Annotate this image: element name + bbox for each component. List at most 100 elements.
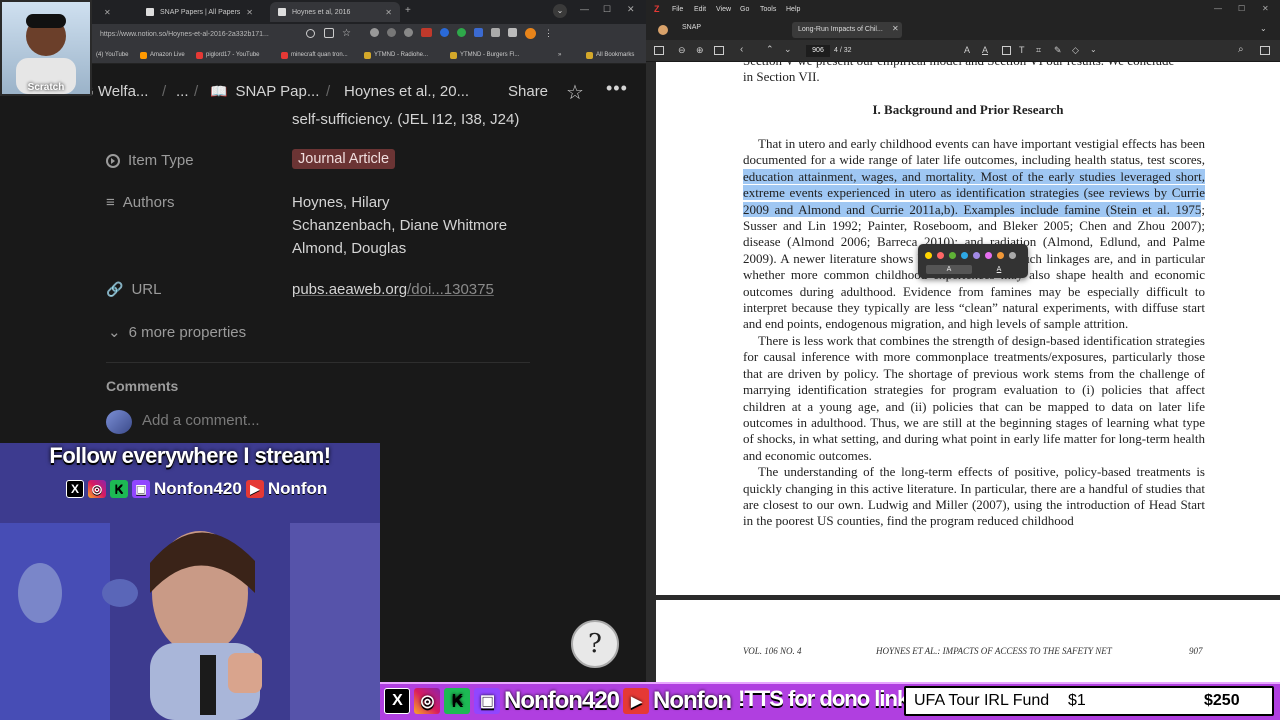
new-tab-button[interactable]: + xyxy=(405,5,411,16)
extension-icon[interactable] xyxy=(474,28,483,37)
bookmark-item[interactable]: piglord17 - YouTube xyxy=(196,50,260,60)
menu-go[interactable]: Go xyxy=(740,6,749,13)
favorite-star-icon[interactable]: ☆ xyxy=(566,80,584,105)
breadcrumb-item[interactable]: 📖 SNAP Pap... xyxy=(210,83,319,100)
sidebar-toggle-icon[interactable] xyxy=(654,46,664,55)
prev-page-icon[interactable]: ⌃ xyxy=(766,44,774,55)
paragraph[interactable]: That in utero and early childhood events… xyxy=(743,136,1205,530)
color-orange[interactable] xyxy=(997,252,1004,259)
color-blue[interactable] xyxy=(961,252,968,259)
bookmark-item[interactable]: (4) YouTube xyxy=(96,50,128,60)
bookmark-item[interactable]: Amazon Live xyxy=(140,50,185,60)
menu-file[interactable]: File xyxy=(672,6,683,13)
extension-icon[interactable] xyxy=(421,28,432,37)
close-tab-button[interactable]: ✕ xyxy=(96,2,132,22)
color-purple[interactable] xyxy=(973,252,980,259)
bookmark-item[interactable]: YTMND - Burgers Fl... xyxy=(450,50,519,60)
close-icon[interactable]: ✕ xyxy=(892,24,899,33)
zoom-icon[interactable] xyxy=(306,29,315,38)
page-header-number: 907 xyxy=(1189,646,1203,656)
close-window-icon[interactable]: ✕ xyxy=(627,4,635,15)
text-tool-icon[interactable]: T xyxy=(1019,45,1025,55)
color-green[interactable] xyxy=(949,252,956,259)
more-properties-toggle[interactable]: ⌄ 6 more properties xyxy=(108,323,246,342)
color-red[interactable] xyxy=(937,252,944,259)
menu-help[interactable]: Help xyxy=(786,6,800,13)
close-window-icon[interactable]: ✕ xyxy=(1262,4,1269,13)
bookmark-item[interactable]: YTMND - Radiohe... xyxy=(364,50,428,60)
puzzle-icon[interactable] xyxy=(491,28,500,37)
author-name[interactable]: Almond, Douglas xyxy=(292,240,406,257)
extension-icon[interactable] xyxy=(457,28,466,37)
extension-icon[interactable] xyxy=(370,28,379,37)
tab-snap-papers[interactable]: SNAP Papers | All Papers ✕ xyxy=(138,2,268,22)
tab-library[interactable]: SNAP xyxy=(682,24,701,31)
color-yellow[interactable] xyxy=(925,252,932,259)
kick-icon: K xyxy=(444,688,470,714)
search-icon[interactable]: ⌕ xyxy=(1238,44,1244,55)
chevron-down-icon[interactable]: ⌄ xyxy=(1260,24,1267,33)
close-icon[interactable]: ✕ xyxy=(385,8,392,17)
extension-icon[interactable] xyxy=(440,28,449,37)
comment-input[interactable]: Add a comment... xyxy=(142,412,260,429)
property-url[interactable]: 🔗 URL xyxy=(106,281,161,298)
highlight-mode-icon[interactable]: A xyxy=(926,265,972,274)
page-number-input[interactable]: 906 xyxy=(806,45,830,57)
maximize-icon[interactable]: ☐ xyxy=(603,4,611,15)
back-icon[interactable]: ‹ xyxy=(740,44,743,55)
highlight-tool-icon[interactable]: A xyxy=(964,45,970,55)
note-tool-icon[interactable] xyxy=(1002,46,1011,55)
author-name[interactable]: Hoynes, Hilary xyxy=(292,194,390,211)
property-label: Item Type xyxy=(128,152,194,169)
close-icon[interactable]: ✕ xyxy=(246,8,253,17)
download-icon[interactable] xyxy=(508,28,517,37)
tab-hoynes[interactable]: Hoynes et al, 2016 ✕ xyxy=(270,2,400,22)
install-icon[interactable] xyxy=(324,28,334,38)
extension-icon[interactable] xyxy=(404,28,413,37)
underline-tool-icon[interactable]: A xyxy=(982,45,988,55)
all-bookmarks[interactable]: All Bookmarks xyxy=(586,50,634,60)
link-icon: 🔗 xyxy=(106,281,124,297)
bookmark-item[interactable]: minecraft quan tron... xyxy=(281,50,348,60)
url-field[interactable]: https://www.notion.so/Hoynes-et-al-2016-… xyxy=(100,27,320,43)
chevron-icon[interactable]: » xyxy=(558,50,561,60)
menu-tools[interactable]: Tools xyxy=(760,6,776,13)
context-pane-icon[interactable] xyxy=(1260,46,1270,55)
color-gray[interactable] xyxy=(1009,252,1016,259)
property-authors[interactable]: ≡ Authors xyxy=(106,194,174,211)
share-button[interactable]: Share xyxy=(508,83,548,100)
menu-edit[interactable]: Edit xyxy=(694,6,706,13)
item-type-value[interactable]: Journal Article xyxy=(292,149,396,169)
area-tool-icon[interactable]: ⌗ xyxy=(1036,45,1041,56)
zoom-in-icon[interactable]: ⊕ xyxy=(696,45,704,56)
menu-view[interactable]: View xyxy=(716,6,731,13)
breadcrumb-item[interactable]: Hoynes et al., 20... xyxy=(344,83,469,100)
maximize-icon[interactable]: ☐ xyxy=(1238,4,1245,13)
draw-tool-icon[interactable]: ✎ xyxy=(1054,45,1062,56)
breadcrumb-item[interactable]: ... xyxy=(176,83,189,100)
underline-mode-icon[interactable]: A xyxy=(976,265,1022,274)
author-name[interactable]: Schanzenbach, Diane Whitmore xyxy=(292,217,507,234)
eraser-icon[interactable]: ◇ xyxy=(1072,45,1079,56)
color-magenta[interactable] xyxy=(985,252,992,259)
property-item-type[interactable]: Item Type xyxy=(106,152,194,169)
page-header-volume: VOL. 106 NO. 4 xyxy=(743,646,802,656)
bookmark-star-icon[interactable]: ☆ xyxy=(342,28,351,39)
profile-avatar-icon[interactable] xyxy=(525,28,536,39)
extension-icon[interactable] xyxy=(387,28,396,37)
color-dropdown-icon[interactable]: ⌄ xyxy=(1090,45,1097,54)
tab-document[interactable]: Long-Run Impacts of Chil... xyxy=(792,22,902,38)
fit-page-icon[interactable] xyxy=(714,46,724,55)
avatar-name: Scratch xyxy=(27,82,65,93)
zoom-out-icon[interactable]: ⊖ xyxy=(678,45,686,56)
more-options-icon[interactable]: ••• xyxy=(606,78,628,99)
help-icon[interactable]: ? xyxy=(571,620,619,668)
more-menu-icon[interactable]: ⋮ xyxy=(544,28,553,42)
library-icon[interactable] xyxy=(658,25,668,35)
tab-search-icon[interactable]: ⌄ xyxy=(553,4,567,18)
url-link[interactable]: pubs.aeaweb.org/doi...130375 xyxy=(292,281,494,298)
minimize-icon[interactable]: — xyxy=(1214,4,1222,13)
minimize-icon[interactable]: — xyxy=(580,4,589,14)
next-page-icon[interactable]: ⌄ xyxy=(784,44,792,55)
amazon-icon xyxy=(140,51,147,59)
